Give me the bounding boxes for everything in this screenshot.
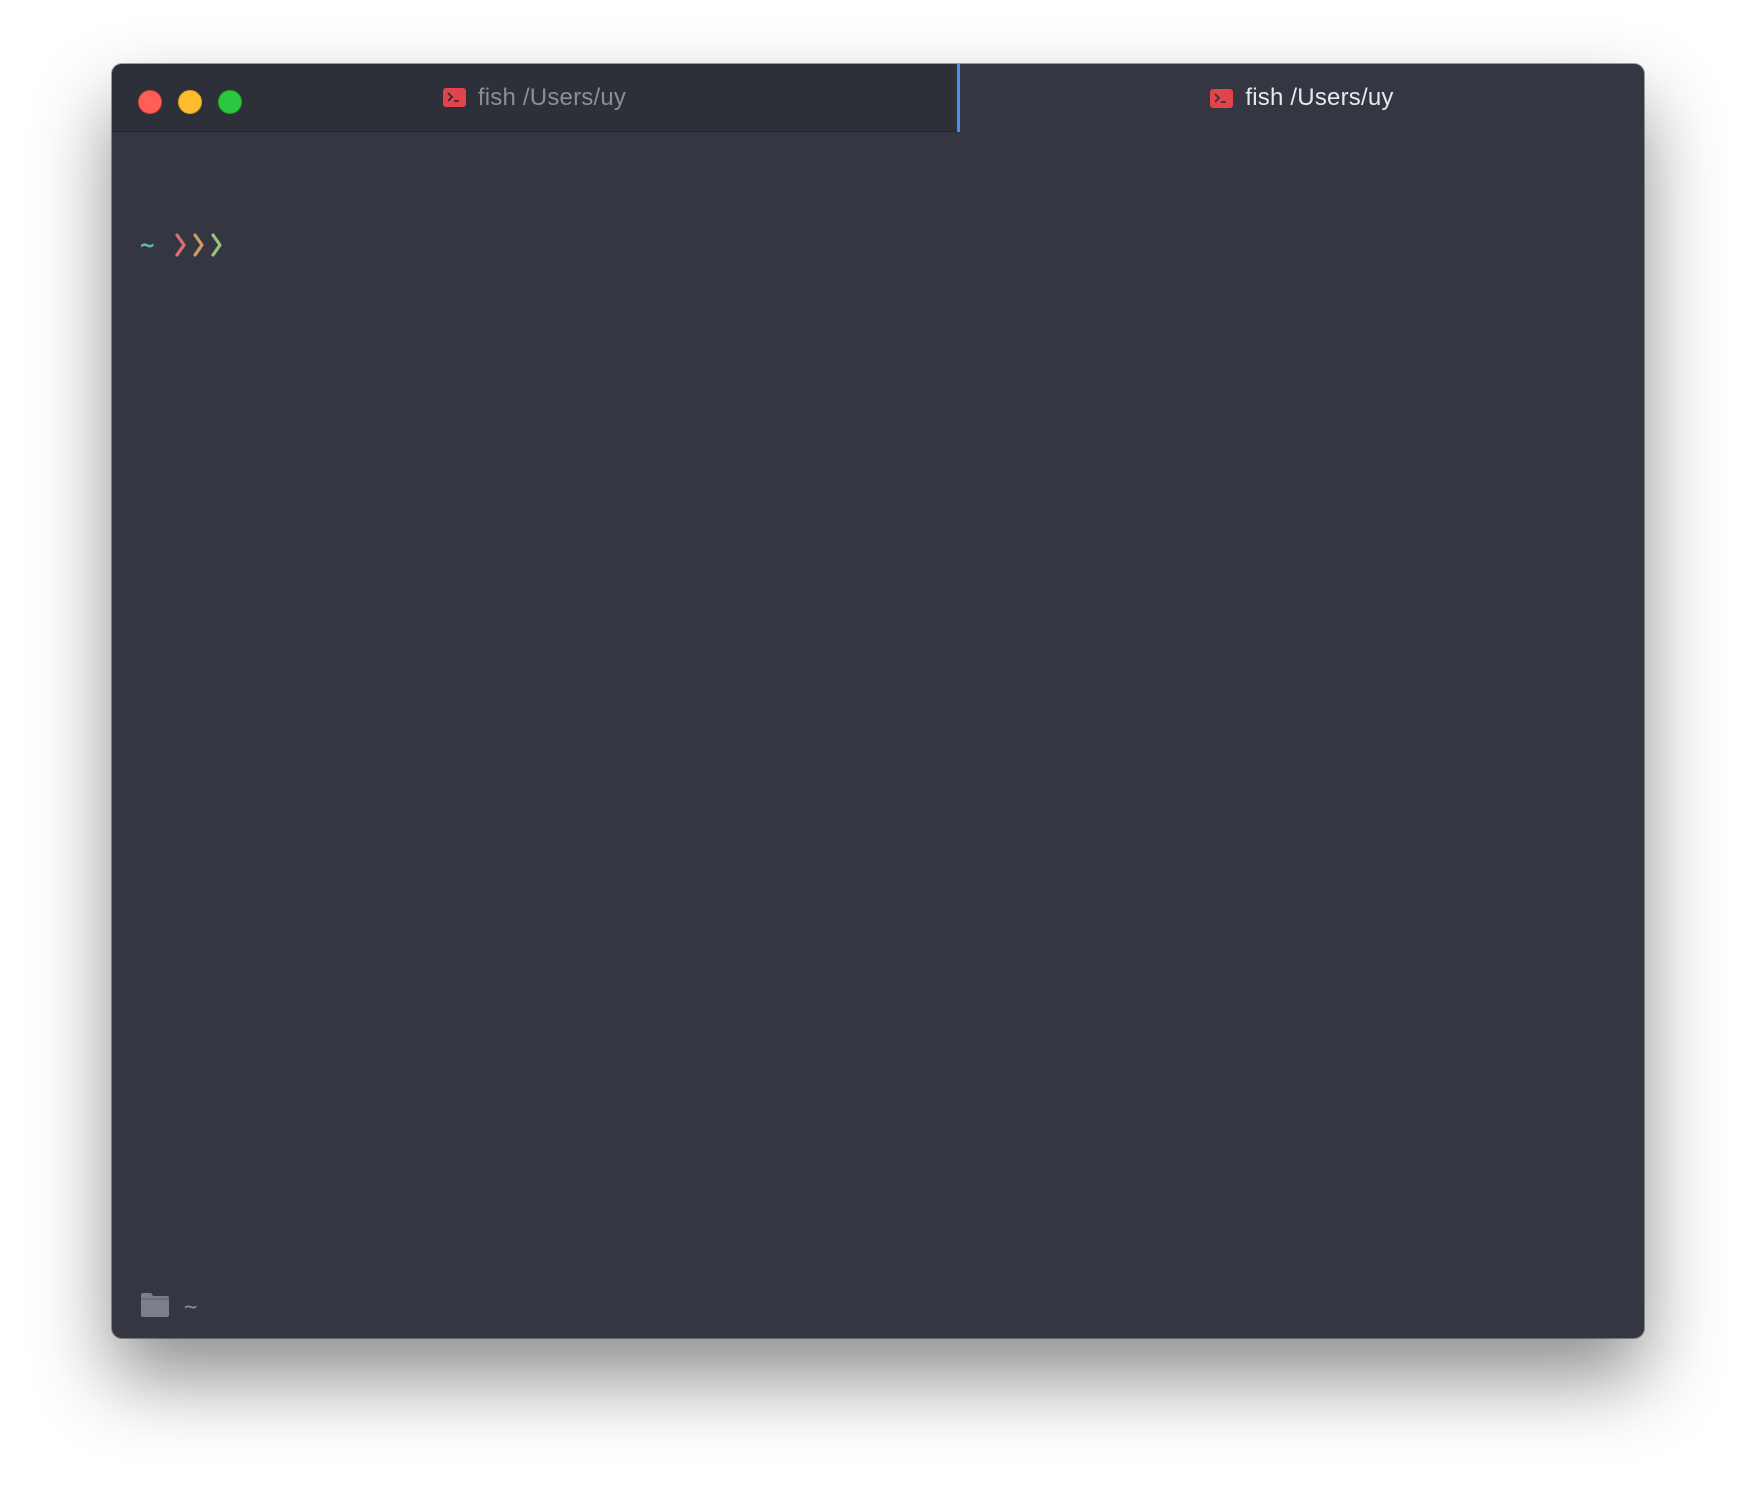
minimize-button[interactable] (178, 90, 202, 114)
window-controls (138, 90, 242, 114)
terminal-icon (1210, 88, 1234, 108)
prompt-chevron-3 (211, 233, 223, 257)
close-button[interactable] (138, 90, 162, 114)
title-bar: fish /Users/uy fish /Users/uy (112, 64, 1644, 132)
terminal-pane[interactable]: ~ (112, 132, 1644, 1272)
folder-icon (140, 1292, 170, 1318)
terminal-icon (442, 88, 466, 107)
prompt-chevron-2 (193, 233, 205, 257)
terminal-window: fish /Users/uy fish /Users/uy ~ ~ (112, 64, 1644, 1338)
tab-2-label: fish /Users/uy (1245, 84, 1394, 111)
tab-2[interactable]: fish /Users/uy (957, 64, 1644, 132)
zoom-button[interactable] (218, 90, 242, 114)
shell-prompt: ~ (140, 228, 226, 262)
tab-1-label: fish /Users/uy (477, 83, 627, 111)
prompt-path: ~ (140, 231, 155, 259)
status-path: ~ (184, 1294, 198, 1320)
status-bar: ~ (112, 1272, 1644, 1338)
prompt-chevron-1 (175, 233, 187, 257)
